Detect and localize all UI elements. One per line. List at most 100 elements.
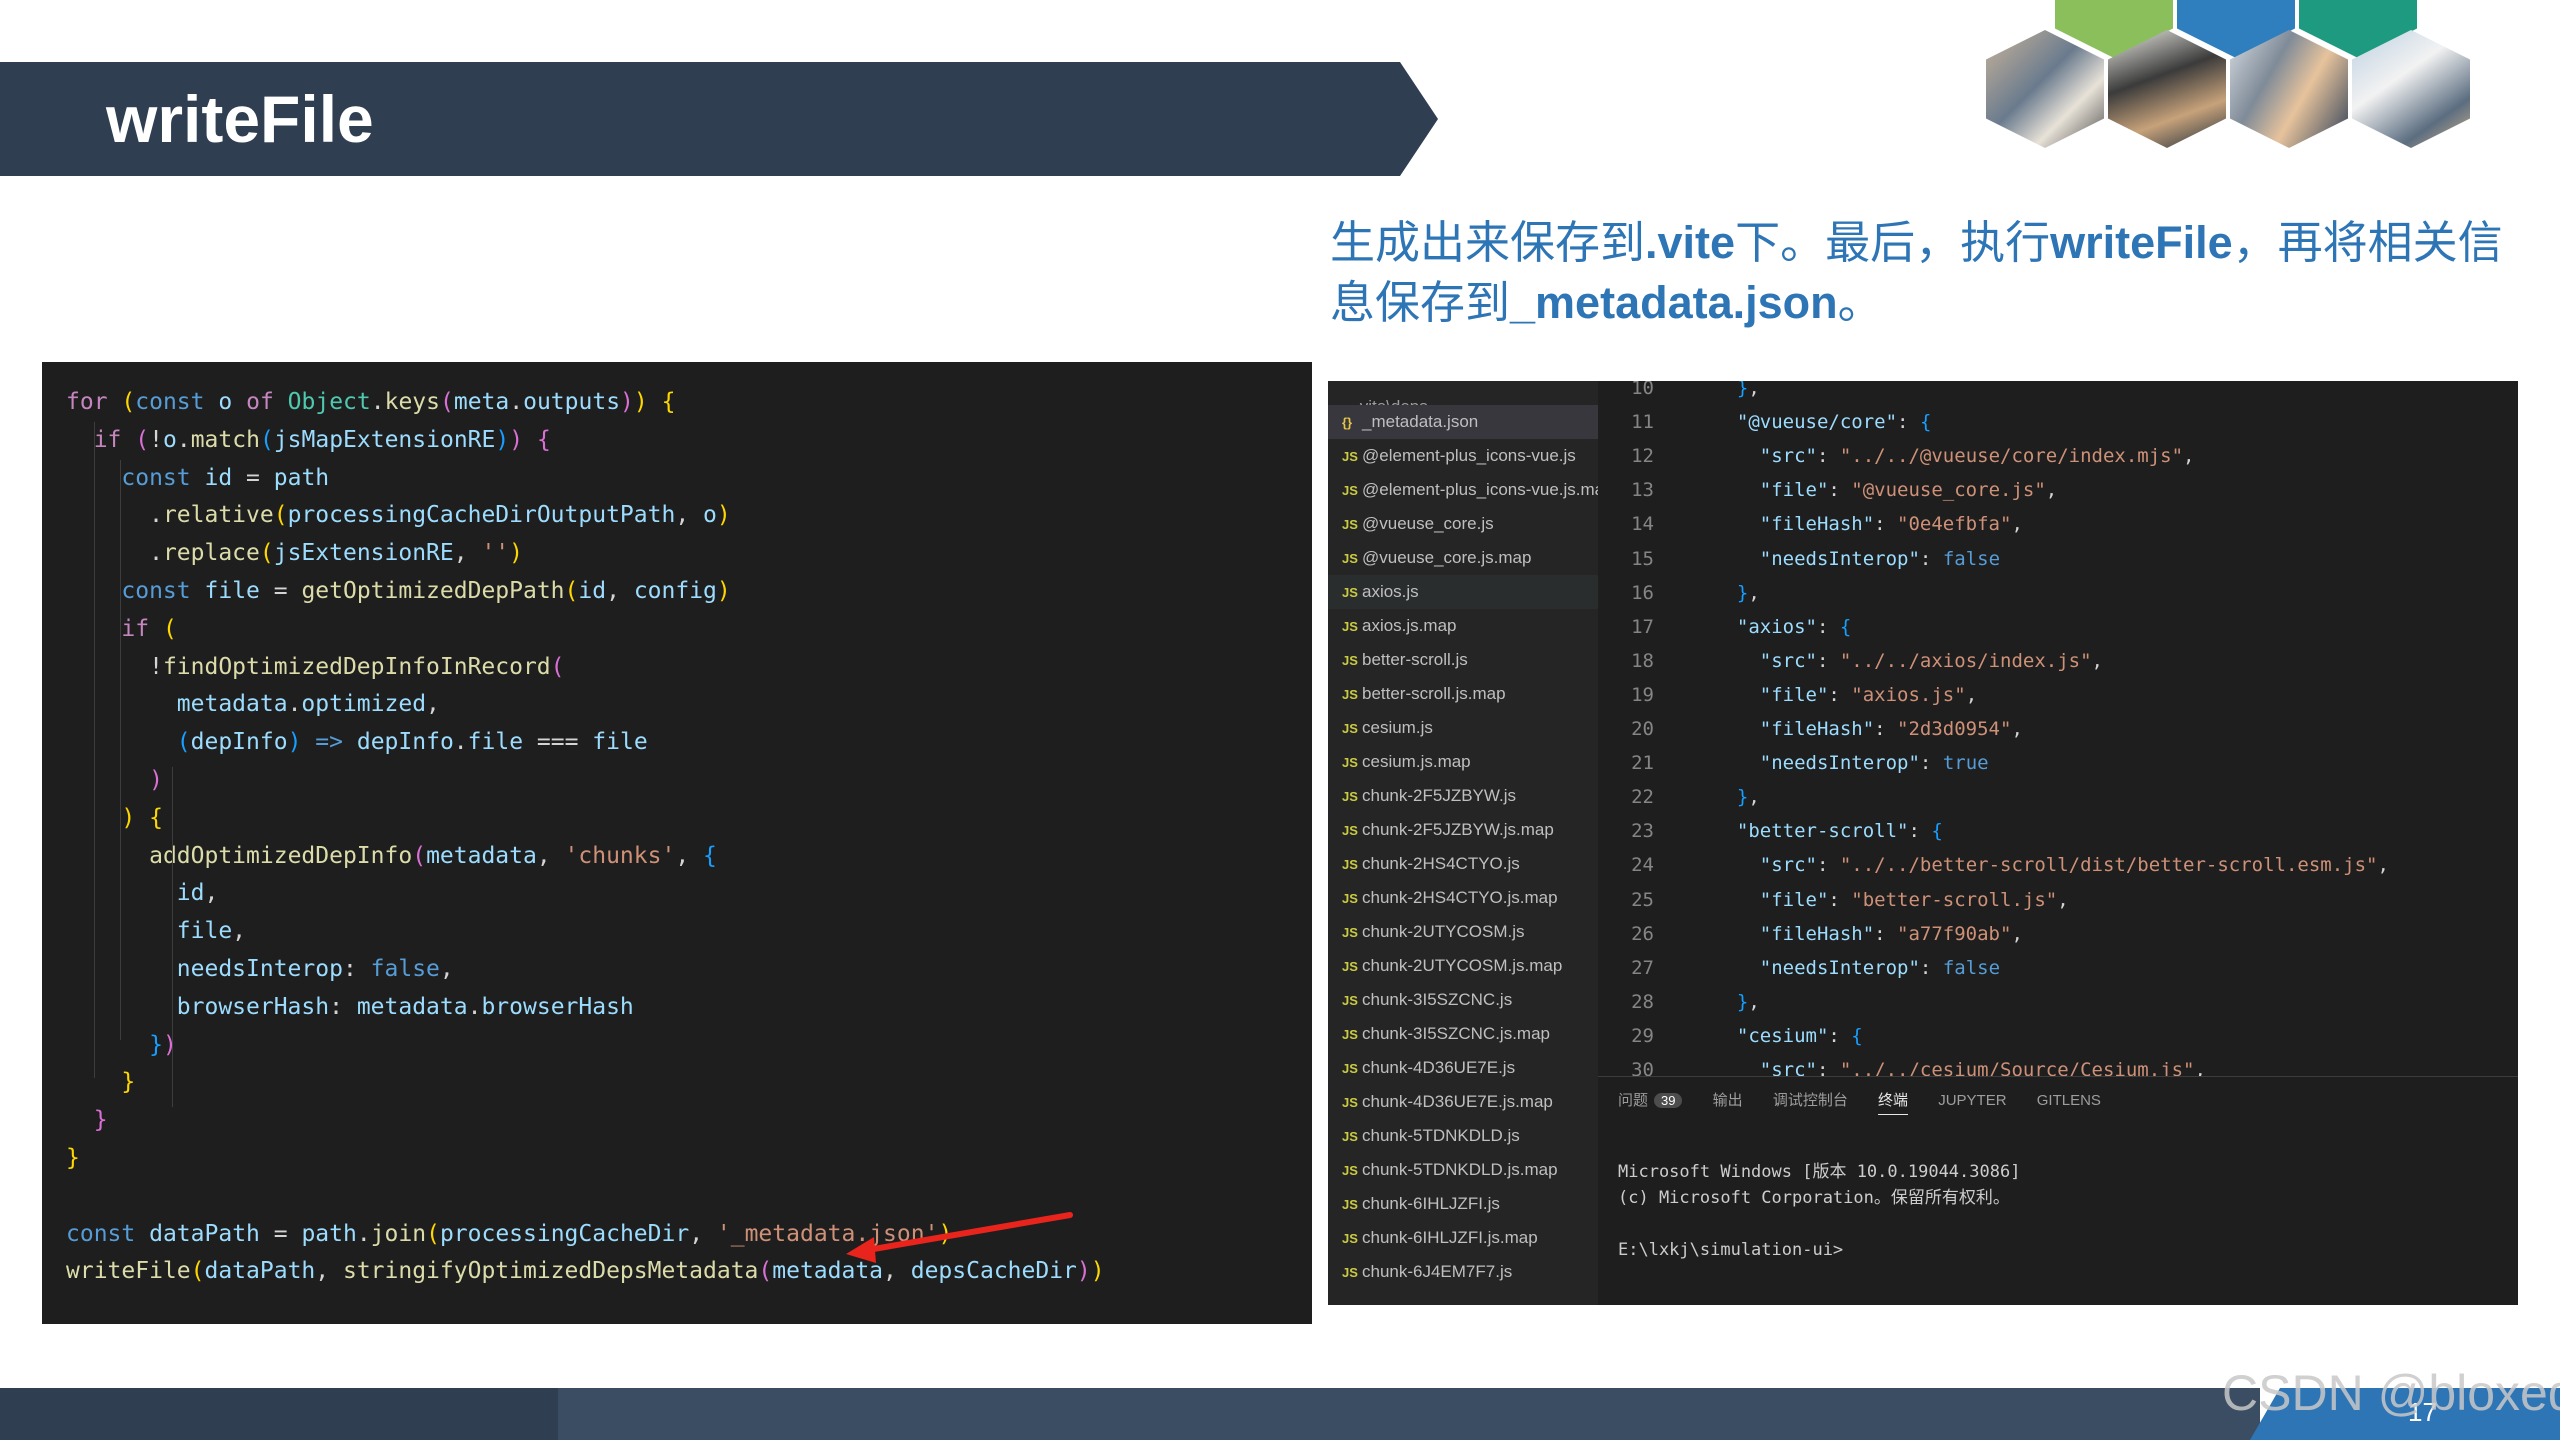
code-line: writeFile(dataPath, stringifyOptimizedDe… bbox=[66, 1258, 1105, 1285]
explorer-file-item[interactable]: {} _metadata.json bbox=[1328, 405, 1598, 439]
json-line: "needsInterop": true bbox=[1759, 752, 1989, 775]
file-name: chunk-2F5JZBYW.js.map bbox=[1362, 820, 1554, 839]
terminal-line: (c) Microsoft Corporation。保留所有权利。 bbox=[1618, 1188, 2010, 1208]
js-file-icon: JS bbox=[1342, 1265, 1358, 1280]
line-number: 20 bbox=[1631, 718, 1654, 740]
js-file-icon: JS bbox=[1342, 1129, 1358, 1144]
code-line: (depInfo) => depInfo.file === file bbox=[176, 729, 648, 756]
explorer-file-item[interactable]: JS cesium.js.map bbox=[1328, 745, 1598, 779]
explorer-file-item[interactable]: JS chunk-6J4EM7F7.js bbox=[1328, 1255, 1598, 1289]
line-number: 30 bbox=[1631, 1059, 1654, 1076]
terminal-output[interactable]: Microsoft Windows [版本 10.0.19044.3086] (c… bbox=[1618, 1159, 2020, 1263]
line-number: 25 bbox=[1631, 888, 1654, 911]
explorer-file-item[interactable]: JS @element-plus_icons-vue.js.map bbox=[1328, 473, 1614, 507]
tab-jupyter[interactable]: JUPYTER bbox=[1938, 1092, 2006, 1109]
file-name: chunk-3I5SZCNC.js.map bbox=[1362, 1024, 1551, 1043]
json-line: "@vueuse/core": { bbox=[1736, 411, 1932, 434]
explorer-file-item[interactable]: JS chunk-2F5JZBYW.js bbox=[1328, 779, 1598, 813]
line-number: 21 bbox=[1631, 752, 1654, 775]
code-line: metadata.optimized, bbox=[176, 691, 440, 718]
explorer-file-item[interactable]: JS axios.js.map bbox=[1328, 609, 1598, 643]
tab-terminal[interactable]: 终端 bbox=[1878, 1089, 1909, 1115]
line-number: 26 bbox=[1631, 922, 1654, 945]
code-line: for (const o of Object.keys(meta.outputs… bbox=[66, 389, 676, 415]
file-name: chunk-2F5JZBYW.js bbox=[1362, 786, 1516, 805]
file-name: chunk-2UTYCOSM.js bbox=[1362, 922, 1525, 941]
json-editor[interactable]: 10 }, 11 "@vueuse/core": {12 "src": "../.… bbox=[1598, 381, 2518, 1076]
json-line: "needsInterop": false bbox=[1759, 547, 2001, 570]
explorer-file-item[interactable]: JS @vueuse_core.js bbox=[1328, 507, 1598, 541]
js-file-icon: JS bbox=[1342, 755, 1358, 770]
file-name: @vueuse_core.js.map bbox=[1362, 548, 1532, 567]
code-line: } bbox=[121, 1069, 136, 1096]
line-number: 29 bbox=[1631, 1024, 1654, 1047]
explorer-file-item[interactable]: JS better-scroll.js bbox=[1328, 643, 1598, 677]
explorer-file-item[interactable]: JS chunk-3I5SZCNC.js.map bbox=[1328, 1017, 1598, 1051]
explorer-file-item[interactable]: JS better-scroll.js.map bbox=[1328, 677, 1598, 711]
js-file-icon: JS bbox=[1342, 789, 1358, 804]
tab-problems[interactable]: 问题 39 bbox=[1618, 1089, 1683, 1110]
js-file-icon: JS bbox=[1342, 721, 1358, 736]
csdn-watermark: CSDN @bloxed bbox=[2222, 1365, 2560, 1421]
code-line: ) { bbox=[121, 804, 163, 831]
explorer-file-item[interactable]: JS chunk-2UTYCOSM.js bbox=[1328, 915, 1598, 949]
bottom-panel: 问题 39 输出 调试控制台 终端 JUPYTER GITLENS Microso… bbox=[1598, 1076, 2518, 1305]
code-line: }) bbox=[149, 1031, 177, 1058]
json-line: "src": "../../axios/index.js", bbox=[1759, 649, 2103, 672]
file-name: axios.js bbox=[1362, 582, 1419, 601]
file-name: chunk-2UTYCOSM.js.map bbox=[1362, 956, 1563, 975]
explorer-file-item[interactable]: JS @vueuse_core.js.map bbox=[1328, 541, 1598, 575]
file-name: _metadata.json bbox=[1362, 412, 1479, 431]
code-line: const id = path bbox=[121, 464, 330, 491]
file-name: chunk-2HS4CTYO.js.map bbox=[1362, 888, 1558, 907]
explorer-file-item[interactable]: JS cesium.js bbox=[1328, 711, 1598, 745]
line-number: 27 bbox=[1631, 956, 1654, 979]
js-file-icon: JS bbox=[1342, 857, 1358, 872]
explorer-file-item[interactable]: JS chunk-4D36UE7E.js.map bbox=[1328, 1085, 1598, 1119]
title-banner: writeFile bbox=[0, 62, 1438, 176]
json-line: "file": "axios.js", bbox=[1759, 683, 1978, 706]
json-line: "needsInterop": false bbox=[1759, 956, 2001, 979]
json-line: }, bbox=[1736, 990, 1760, 1013]
json-line: "cesium": { bbox=[1736, 1024, 1863, 1047]
explorer-file-item[interactable]: JS @element-plus_icons-vue.js bbox=[1328, 439, 1598, 473]
file-name: cesium.js.map bbox=[1362, 752, 1471, 771]
line-number: 19 bbox=[1631, 683, 1654, 706]
explorer-file-item[interactable]: JS chunk-5TDNKDLD.js bbox=[1328, 1119, 1598, 1153]
explorer-file-item[interactable]: JS chunk-3I5SZCNC.js bbox=[1328, 983, 1598, 1017]
indent-guide bbox=[94, 422, 95, 1078]
code-line: } bbox=[93, 1107, 108, 1134]
tab-output[interactable]: 输出 bbox=[1713, 1089, 1743, 1110]
js-file-icon: JS bbox=[1342, 1095, 1358, 1110]
json-line: "fileHash": "0e4efbfa", bbox=[1759, 513, 2023, 536]
explorer-file-item[interactable]: JS chunk-6IHLJZFI.js.map bbox=[1328, 1221, 1598, 1255]
file-name: better-scroll.js.map bbox=[1362, 684, 1506, 703]
explorer-file-item[interactable]: JS chunk-2UTYCOSM.js.map bbox=[1328, 949, 1598, 983]
code-line: needsInterop: false, bbox=[176, 955, 454, 982]
code-line: const file = getOptimizedDepPath(id, con… bbox=[121, 577, 731, 604]
json-line: "file": "@vueuse_core.js", bbox=[1759, 479, 2058, 502]
tab-gitlens[interactable]: GITLENS bbox=[2037, 1092, 2101, 1109]
explorer-file-item[interactable]: JS chunk-2F5JZBYW.js.map bbox=[1328, 813, 1598, 847]
explorer-file-item[interactable]: JS chunk-2HS4CTYO.js bbox=[1328, 847, 1598, 881]
js-file-icon: JS bbox=[1342, 1163, 1358, 1178]
file-name: chunk-2HS4CTYO.js bbox=[1362, 854, 1520, 873]
code-line: addOptimizedDepInfo(metadata, 'chunks', … bbox=[149, 842, 717, 869]
footer-bar-left bbox=[0, 1388, 560, 1440]
js-file-icon: JS bbox=[1342, 823, 1358, 838]
explorer-file-item[interactable]: JS chunk-4D36UE7E.js bbox=[1328, 1051, 1598, 1085]
file-name: @element-plus_icons-vue.js bbox=[1362, 446, 1576, 465]
explorer-file-item[interactable]: JS chunk-2HS4CTYO.js.map bbox=[1328, 881, 1598, 915]
explorer-file-item[interactable]: JS chunk-6IHLJZFI.js bbox=[1328, 1187, 1598, 1221]
code-line: file, bbox=[176, 918, 247, 945]
line-number: 23 bbox=[1631, 820, 1654, 843]
line-number: 17 bbox=[1631, 615, 1654, 638]
tab-debug-console[interactable]: 调试控制台 bbox=[1773, 1089, 1848, 1110]
vscode-screenshot: ⌄ .vite\deps {}_metadata.jsonJS@element-… bbox=[1328, 381, 2518, 1305]
js-file-icon: JS bbox=[1342, 483, 1358, 498]
explorer-file-item[interactable]: JS chunk-5TDNKDLD.js.map bbox=[1328, 1153, 1598, 1187]
js-file-icon: JS bbox=[1342, 449, 1358, 464]
explorer-file-item[interactable]: JS axios.js bbox=[1328, 575, 1598, 609]
json-line: }, bbox=[1736, 786, 1760, 809]
file-name: chunk-4D36UE7E.js.map bbox=[1362, 1092, 1553, 1111]
